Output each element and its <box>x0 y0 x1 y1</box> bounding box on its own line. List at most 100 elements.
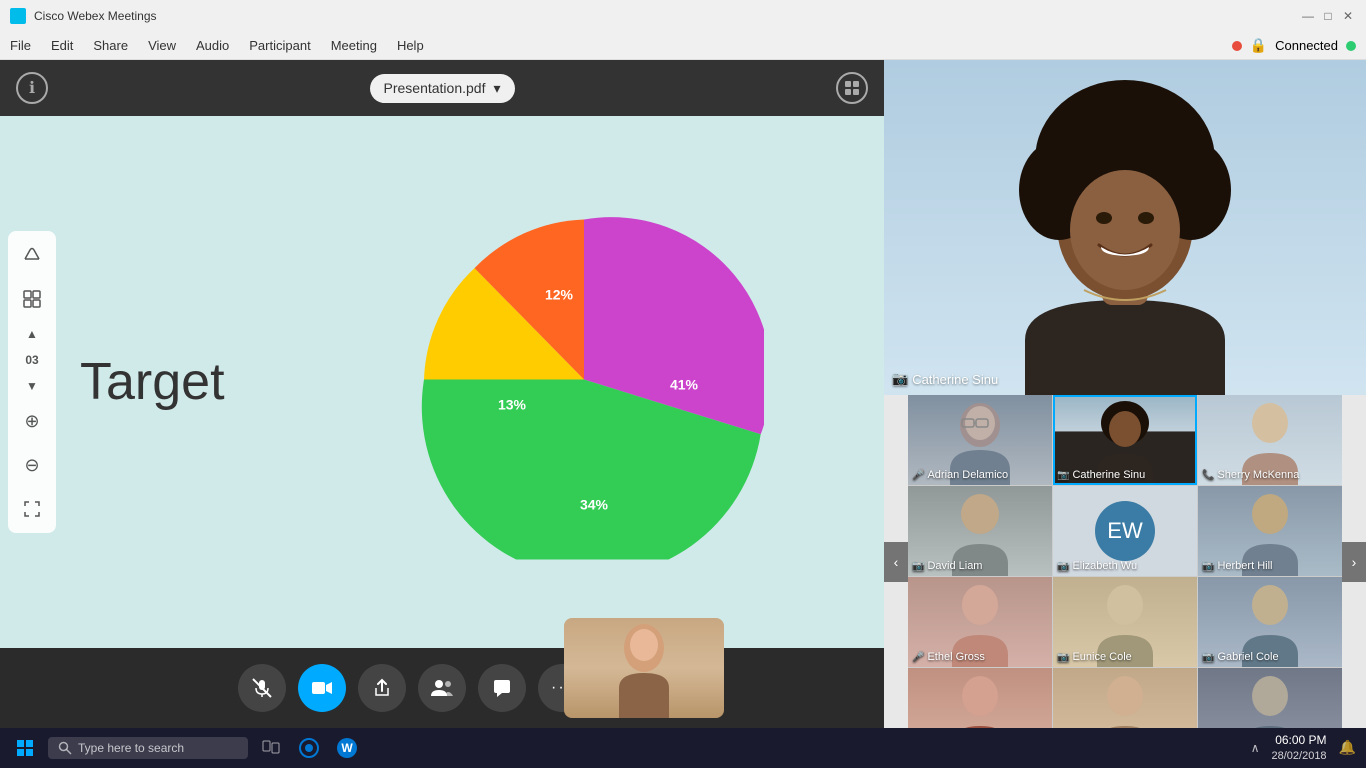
video-button[interactable] <box>298 664 346 712</box>
participant-cell-11: 📷 James Weston <box>1198 668 1342 728</box>
record-indicator <box>1232 41 1242 51</box>
mute-button[interactable] <box>238 664 286 712</box>
lock-icon: 🔒 <box>1250 37 1267 54</box>
person-silhouette-11 <box>1230 668 1310 728</box>
taskbar-search[interactable]: Type here to search <box>48 737 248 759</box>
participant-cell-0: 🎤 Adrian Delamico <box>908 395 1052 485</box>
bottom-controls: ··· <box>0 648 884 728</box>
featured-person-view <box>884 60 1366 395</box>
clock-date: 28/02/2018 <box>1272 749 1327 763</box>
fullscreen-button[interactable] <box>16 493 48 525</box>
menu-meeting[interactable]: Meeting <box>331 38 377 53</box>
taskbar-right: ∧ 06:00 PM 28/02/2018 🔔 <box>1251 733 1356 763</box>
pen-tool-button[interactable] <box>16 239 48 271</box>
menu-edit[interactable]: Edit <box>51 38 73 53</box>
chevron-up-icon: ▲ <box>26 327 38 341</box>
chevron-down-icon: ▼ <box>26 379 38 393</box>
taskbar-datetime: 06:00 PM 28/02/2018 <box>1272 733 1327 763</box>
presentation-area: ℹ Presentation.pdf ▾ <box>0 60 884 728</box>
cortana-button[interactable] <box>294 733 324 763</box>
menu-participant[interactable]: Participant <box>249 38 310 53</box>
menu-right: 🔒 Connected <box>1232 37 1356 54</box>
app-logo <box>10 8 26 24</box>
elizabeth-wu-avatar: EW <box>1095 501 1155 561</box>
participant-name-4: 📷 Elizabeth Wu <box>1057 560 1137 572</box>
participants-icon <box>431 679 453 697</box>
pie-chart: 41% 34% 13% 12% <box>404 200 764 565</box>
minimize-button[interactable]: — <box>1300 8 1316 24</box>
self-person-silhouette <box>604 618 684 718</box>
notification-button[interactable]: 🔔 <box>1339 739 1356 756</box>
windows-logo-icon <box>16 739 34 757</box>
maximize-button[interactable]: □ <box>1320 8 1336 24</box>
task-view-icon <box>262 740 280 756</box>
webex-taskbar-button[interactable]: W <box>332 733 362 763</box>
featured-participant-name: 📷 Catherine Sinu <box>892 371 998 387</box>
connected-status: Connected <box>1275 38 1338 53</box>
person-silhouette-10 <box>1085 668 1165 728</box>
pie-label-13: 13% <box>498 397 527 413</box>
pie-label-41: 41% <box>670 377 699 393</box>
participant-name-0: 🎤 Adrian Delamico <box>912 469 1008 481</box>
participant-person-9 <box>908 668 1052 728</box>
participant-cell-7: 📷 Eunice Cole <box>1053 577 1197 667</box>
person-silhouette-9 <box>940 668 1020 728</box>
page-down-button[interactable]: ▼ <box>16 379 48 393</box>
clock-time: 06:00 PM <box>1272 733 1327 749</box>
grid-next-button[interactable]: › <box>1342 542 1366 582</box>
zoom-in-button[interactable]: ⊕ <box>16 405 48 437</box>
menu-help[interactable]: Help <box>397 38 424 53</box>
participants-button[interactable] <box>418 664 466 712</box>
app-title: Cisco Webex Meetings <box>34 9 157 23</box>
main-container: ℹ Presentation.pdf ▾ <box>0 60 1366 728</box>
taskbar-chevron[interactable]: ∧ <box>1251 741 1260 755</box>
left-toolbar: ▲ 03 ▼ ⊕ ⊖ <box>8 231 56 533</box>
participant-cell-2: 📞 Sherry McKenna <box>1198 395 1342 485</box>
featured-person-svg <box>884 60 1366 395</box>
search-placeholder: Type here to search <box>78 741 184 755</box>
participant-cell-9: 🎤 Amy Alvarado <box>908 668 1052 728</box>
window-controls[interactable]: — □ ✕ <box>1300 8 1356 24</box>
menu-file[interactable]: File <box>10 38 31 53</box>
participants-grid: ‹ <box>884 395 1366 728</box>
info-button[interactable]: ℹ <box>16 72 48 104</box>
task-view-button[interactable] <box>256 733 286 763</box>
mic-icon-6: 🎤 <box>912 652 924 663</box>
close-button[interactable]: ✕ <box>1340 8 1356 24</box>
grid-prev-button[interactable]: ‹ <box>884 542 908 582</box>
share-button[interactable] <box>358 664 406 712</box>
menu-items: File Edit Share View Audio Participant M… <box>10 38 424 53</box>
self-view <box>564 618 724 718</box>
taskbar: Type here to search W ∧ 06:00 PM 28/02/2… <box>0 728 1366 768</box>
zoom-out-button[interactable]: ⊖ <box>16 449 48 481</box>
title-bar: Cisco Webex Meetings — □ ✕ <box>0 0 1366 32</box>
participant-cell-5: 📷 Herbert Hill <box>1198 486 1342 576</box>
chat-button[interactable] <box>478 664 526 712</box>
camera-icon: 📷 <box>892 371 908 387</box>
search-icon <box>58 741 72 755</box>
current-page: 03 <box>25 353 38 367</box>
file-dropdown[interactable]: Presentation.pdf ▾ <box>370 74 515 103</box>
menu-share[interactable]: Share <box>93 38 128 53</box>
share-icon <box>372 678 392 698</box>
page-up-button[interactable]: ▲ <box>16 327 48 341</box>
chat-icon <box>492 678 512 698</box>
dropdown-chevron-icon: ▾ <box>493 80 500 97</box>
layout-icon <box>844 80 860 96</box>
windows-start-button[interactable] <box>10 733 40 763</box>
mic-icon <box>252 678 272 698</box>
phone-icon-2: 📞 <box>1202 470 1214 481</box>
participant-cell-8: 📷 Gabriel Cole <box>1198 577 1342 667</box>
menu-view[interactable]: View <box>148 38 176 53</box>
menu-audio[interactable]: Audio <box>196 38 229 53</box>
participant-name-1: 📷 Catherine Sinu <box>1057 469 1145 481</box>
participant-name-5: 📷 Herbert Hill <box>1202 560 1272 572</box>
layout-button[interactable] <box>836 72 868 104</box>
cam-icon-8: 📷 <box>1202 652 1214 663</box>
webex-taskbar-icon: W <box>337 738 357 758</box>
participant-name-8: 📷 Gabriel Cole <box>1202 651 1279 663</box>
pie-label-12: 12% <box>545 287 574 303</box>
grid-tool-button[interactable] <box>16 283 48 315</box>
video-icon <box>311 679 333 697</box>
participant-name-7: 📷 Eunice Cole <box>1057 651 1132 663</box>
